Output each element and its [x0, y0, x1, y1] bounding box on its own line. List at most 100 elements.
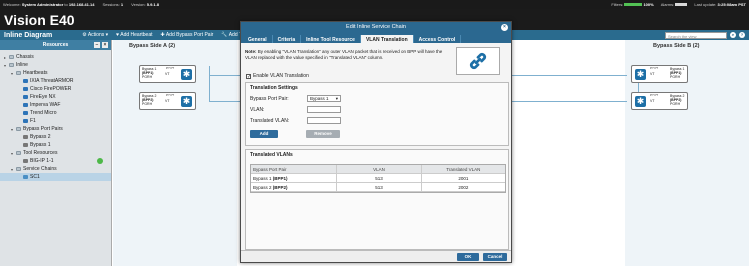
gear-icon	[23, 135, 28, 139]
table-row[interactable]: Bypass 2 (BPP2) 513 2002	[251, 183, 505, 192]
vlan-row: VLAN:	[250, 106, 341, 113]
sidebar-item-label: Trend Micro	[30, 110, 57, 116]
translated-vlan-row: Translated VLAN:	[250, 117, 341, 124]
sidebar-header: Resources − ×	[0, 40, 111, 50]
help-icon[interactable]: ?	[739, 32, 745, 38]
sidebar-item-label: BIG-IP 1-1	[30, 158, 54, 164]
chain-icon	[23, 175, 28, 179]
sidebar-item[interactable]: Imperva WAF	[0, 101, 111, 109]
enable-checkbox[interactable]: ✓	[246, 73, 251, 79]
sidebar-item[interactable]: ▸ Chassis	[0, 53, 111, 61]
bypass-port-b1[interactable]: ✱ P? P? VT Bypass 1 (BPP1) PGRH	[631, 65, 688, 83]
bypass-port-a2[interactable]: Bypass 2 (BPP2) PGRH P? P? VT ✱	[139, 92, 196, 110]
actions-menu[interactable]: ⚙ Actions ▾	[82, 32, 108, 38]
bypass-port-b2[interactable]: ✱ P? P? VT Bypass 2 (BPP2) PGRH	[631, 92, 688, 110]
remove-button[interactable]: Remove	[306, 130, 340, 138]
collapse-all-icon[interactable]: −	[94, 42, 100, 48]
side-b-label: Bypass Side B (2)	[653, 43, 700, 49]
dialog-footer: OK Cancel	[241, 250, 511, 262]
connector-line	[209, 75, 241, 76]
tab-vlan-translation[interactable]: VLAN Translation	[360, 35, 414, 43]
vlan-input[interactable]	[307, 106, 341, 113]
column-header[interactable]: Bypass Port Pair	[251, 167, 336, 172]
sidebar-item-label: Cisco FirePOWER	[30, 86, 72, 92]
sidebar-item[interactable]: Trend Micro	[0, 109, 111, 117]
bypass-icon: ✱	[181, 96, 192, 107]
side-a-label: Bypass Side A (2)	[129, 43, 176, 49]
translation-settings: Translation Settings Bypass Port Pair: B…	[245, 82, 509, 146]
wrench-icon: 🔧	[221, 32, 228, 38]
bypass-icon: ✱	[635, 96, 646, 107]
resources-sidebar: Resources − × ▸ Chassis ▾ Inline ▾ Heartbeats I…	[0, 40, 112, 266]
tab-inline-tool-resource[interactable]: Inline Tool Resource	[301, 35, 361, 43]
dialog-header: Edit Inline Service Chain ×	[241, 22, 511, 33]
sidebar-item[interactable]: SC1	[0, 173, 111, 181]
sidebar-item[interactable]: Cisco FirePOWER	[0, 85, 111, 93]
sidebar-item[interactable]: ▾ Inline	[0, 61, 111, 69]
tab-general[interactable]: General	[243, 35, 273, 43]
sidebar-item-label: Imperva WAF	[30, 102, 61, 108]
sidebar-item[interactable]: IXIA ThreatARMOR	[0, 77, 111, 85]
gem-icon	[23, 79, 28, 83]
tab-criteria[interactable]: Criteria	[273, 35, 302, 43]
search-icon[interactable]: ⌕	[730, 32, 736, 38]
sidebar-item-label: FireEye NX	[30, 94, 56, 100]
filters-indicator[interactable]: Filters: 100%	[611, 2, 653, 7]
bypass-icon: ✱	[635, 69, 646, 80]
table-row[interactable]: Bypass 1 (BPP1) 513 2001	[251, 174, 505, 183]
sidebar-item[interactable]: FireEye NX	[0, 93, 111, 101]
connector-line	[511, 101, 627, 102]
close-icon[interactable]: ×	[102, 42, 108, 48]
sidebar-item-label: F1	[30, 118, 36, 124]
heart-icon: ♥	[116, 32, 120, 38]
sidebar-item-label: Inline	[16, 62, 28, 68]
add-heartbeat-button[interactable]: ♥ Add Heartbeat	[116, 32, 152, 38]
folder-icon	[9, 55, 14, 59]
sidebar-item[interactable]: ▾ Bypass Port Pairs	[0, 125, 111, 133]
column-header[interactable]: Translated VLAN	[420, 165, 505, 173]
folder-icon	[16, 71, 21, 75]
sidebar-item[interactable]: BIG-IP 1-1	[0, 157, 111, 165]
gem-icon	[23, 95, 28, 99]
tab-access-control[interactable]: Access Control	[414, 35, 462, 43]
sidebar-item[interactable]: ▾ Tool Resources	[0, 149, 111, 157]
alarms-indicator[interactable]: Alarms:	[661, 2, 688, 7]
filters-meter	[624, 3, 643, 7]
settings-legend: Translation Settings	[250, 85, 298, 91]
ok-button[interactable]: OK	[457, 253, 479, 261]
folder-icon	[16, 151, 21, 155]
folder-icon	[9, 63, 14, 67]
chevron-down-icon: ▾	[335, 96, 338, 101]
folder-icon	[16, 127, 21, 131]
bypass-port-a1[interactable]: Bypass 1 (BPP1) PGRH P? P? VT ✱	[139, 65, 196, 83]
sidebar-item[interactable]: Bypass 1	[0, 141, 111, 149]
folder-icon	[16, 167, 21, 171]
add-button[interactable]: Add	[250, 130, 278, 138]
close-icon[interactable]: ×	[501, 24, 508, 31]
sidebar-item[interactable]: F1	[0, 117, 111, 125]
sidebar-item[interactable]: Bypass 2	[0, 133, 111, 141]
enable-vlan-translation[interactable]: ✓ Enable VLAN Translation	[246, 73, 309, 79]
welcome-text: Welcome: System Administrator to 192.168…	[3, 2, 95, 7]
status-bar: Welcome: System Administrator to 192.168…	[0, 0, 749, 9]
sidebar-item-label: Bypass Port Pairs	[23, 126, 63, 132]
sidebar-item[interactable]: ▾ Service Chains	[0, 165, 111, 173]
bypass-icon: ✱	[181, 69, 192, 80]
dialog-title: Edit Inline Service Chain	[346, 24, 406, 30]
add-bypass-port-pair-button[interactable]: ✚ Add Bypass Port Pair	[161, 32, 214, 38]
search-input[interactable]: Search the view	[665, 31, 727, 39]
sidebar-item-label: Service Chains	[23, 166, 57, 172]
sidebar-item-label: SC1	[30, 174, 40, 180]
sidebar-item-label: Bypass 2	[30, 134, 51, 140]
translated-vlans-section: Translated VLANs Bypass Port Pair VLAN T…	[245, 149, 509, 250]
cancel-button[interactable]: Cancel	[483, 253, 507, 261]
sidebar-item-label: Chassis	[16, 54, 34, 60]
sidebar-item[interactable]: ▾ Heartbeats	[0, 69, 111, 77]
sidebar-item-label: Tool Resources	[23, 150, 58, 156]
column-header[interactable]: VLAN	[336, 165, 420, 173]
plus-icon: ✚	[160, 32, 165, 38]
table-header: Bypass Port Pair VLAN Translated VLAN	[251, 165, 505, 174]
bypass-port-pair-select[interactable]: Bypass 1 ▾	[307, 95, 341, 102]
translated-vlans-table: Bypass Port Pair VLAN Translated VLAN By…	[250, 164, 506, 193]
translated-vlan-input[interactable]	[307, 117, 341, 124]
